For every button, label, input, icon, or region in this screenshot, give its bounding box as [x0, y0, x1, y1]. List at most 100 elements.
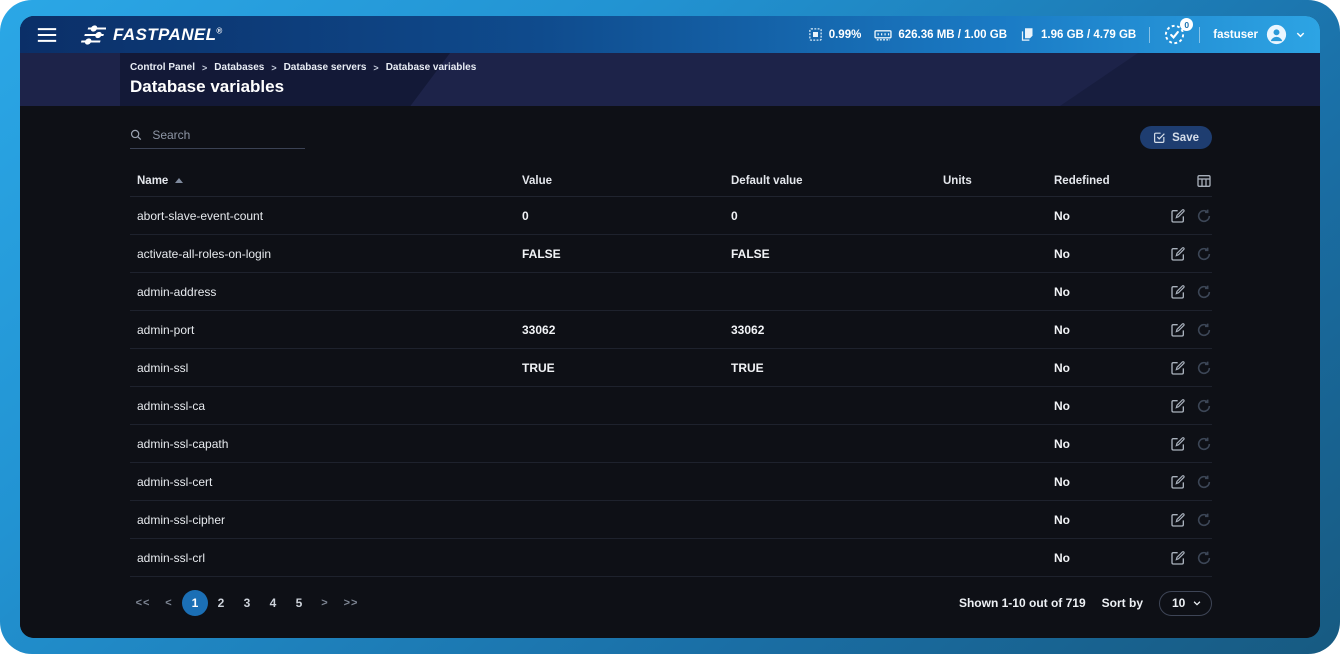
breadcrumb-databases[interactable]: Databases: [214, 62, 264, 73]
reset-variable-button[interactable]: [1196, 246, 1212, 262]
value-cell: 0: [522, 209, 731, 223]
logo-text: FASTPANEL®: [113, 25, 223, 45]
redefined-cell: No: [1054, 399, 1168, 413]
reset-variable-button[interactable]: [1196, 512, 1212, 528]
per-page-value: 10: [1172, 596, 1185, 610]
reset-icon: [1196, 360, 1212, 376]
edit-icon: [1170, 512, 1186, 528]
chevron-down-icon: [1295, 29, 1306, 40]
user-menu[interactable]: fastuser: [1213, 24, 1306, 45]
redefined-cell: No: [1054, 361, 1168, 375]
page-button[interactable]: 4: [260, 590, 286, 616]
page-button[interactable]: 2: [208, 590, 234, 616]
table-row: admin-ssl-cert No: [130, 463, 1212, 501]
sort-by-label: Sort by: [1102, 596, 1143, 610]
memory-icon: [874, 28, 892, 42]
table-row: admin-ssl-crl No: [130, 539, 1212, 577]
save-button[interactable]: Save: [1140, 126, 1212, 149]
column-header-redefined[interactable]: Redefined: [1054, 175, 1168, 187]
breadcrumb-control-panel[interactable]: Control Panel: [130, 62, 195, 73]
reset-icon: [1196, 436, 1212, 452]
avatar: [1266, 24, 1287, 45]
search-input[interactable]: [150, 127, 305, 143]
first-page-button[interactable]: <<: [130, 590, 156, 616]
pagination-bar: << < 12345 > >> Shown 1-10 out of 719 So…: [130, 590, 1212, 630]
variable-name-cell: admin-ssl-crl: [130, 551, 522, 565]
reset-variable-button[interactable]: [1196, 360, 1212, 376]
reset-variable-button[interactable]: [1196, 322, 1212, 338]
per-page-select[interactable]: 10: [1159, 591, 1212, 616]
variables-table: Name Value Default value Units Redefined: [130, 165, 1212, 577]
divider: [1199, 27, 1200, 43]
breadcrumb-database-variables[interactable]: Database variables: [386, 62, 477, 73]
edit-icon: [1170, 474, 1186, 490]
value-cell: FALSE: [522, 247, 731, 261]
edit-variable-button[interactable]: [1170, 208, 1186, 224]
reset-variable-button[interactable]: [1196, 436, 1212, 452]
search-icon: [130, 128, 142, 142]
page-list: 12345: [182, 590, 312, 616]
redefined-cell: No: [1054, 247, 1168, 261]
edit-variable-button[interactable]: [1170, 512, 1186, 528]
memory-value: 626.36 MB / 1.00 GB: [898, 29, 1007, 41]
edit-icon: [1170, 246, 1186, 262]
table-body: abort-slave-event-count 0 0 No activate-…: [130, 197, 1212, 577]
memory-stat: 626.36 MB / 1.00 GB: [874, 28, 1007, 42]
edit-variable-button[interactable]: [1170, 360, 1186, 376]
edit-variable-button[interactable]: [1170, 246, 1186, 262]
reset-variable-button[interactable]: [1196, 398, 1212, 414]
redefined-cell: No: [1054, 437, 1168, 451]
column-header-default-value[interactable]: Default value: [731, 175, 943, 187]
next-page-button[interactable]: >: [312, 590, 338, 616]
edit-icon: [1170, 360, 1186, 376]
previous-page-button[interactable]: <: [156, 590, 182, 616]
disk-icon: [1020, 27, 1035, 42]
edit-variable-button[interactable]: [1170, 550, 1186, 566]
reset-variable-button[interactable]: [1196, 284, 1212, 300]
reset-variable-button[interactable]: [1196, 474, 1212, 490]
notifications-badge: 0: [1180, 18, 1193, 31]
column-header-name[interactable]: Name: [130, 175, 522, 187]
menu-icon[interactable]: [30, 21, 64, 49]
breadcrumb-separator: >: [271, 63, 276, 73]
reset-variable-button[interactable]: [1196, 550, 1212, 566]
breadcrumb: Control Panel > Databases > Database ser…: [130, 62, 1320, 73]
cpu-value: 0.99%: [829, 29, 862, 41]
column-header-value[interactable]: Value: [522, 175, 731, 187]
edit-icon: [1170, 550, 1186, 566]
reset-icon: [1196, 550, 1212, 566]
column-header-units[interactable]: Units: [943, 175, 1054, 187]
breadcrumb-database-servers[interactable]: Database servers: [284, 62, 367, 73]
variable-name-cell: admin-port: [130, 323, 522, 337]
variable-name-cell: admin-ssl-ca: [130, 399, 522, 413]
redefined-cell: No: [1054, 513, 1168, 527]
page-button[interactable]: 5: [286, 590, 312, 616]
table-row: activate-all-roles-on-login FALSE FALSE …: [130, 235, 1212, 273]
redefined-cell: No: [1054, 323, 1168, 337]
edit-variable-button[interactable]: [1170, 436, 1186, 452]
main-content: Save Name Value Default value Units Rede…: [20, 106, 1320, 638]
last-page-button[interactable]: >>: [338, 590, 364, 616]
reset-icon: [1196, 474, 1212, 490]
default-value-cell: TRUE: [731, 361, 943, 375]
page-button[interactable]: 1: [182, 590, 208, 616]
username: fastuser: [1213, 29, 1258, 41]
window-frame: FASTPANEL® 0.99%: [0, 0, 1340, 654]
cpu-icon: [808, 27, 823, 42]
app-window: FASTPANEL® 0.99%: [20, 16, 1320, 638]
redefined-cell: No: [1054, 551, 1168, 565]
reset-variable-button[interactable]: [1196, 208, 1212, 224]
scheduled-tasks-button[interactable]: 0: [1163, 23, 1186, 46]
pager: << < 12345 > >>: [130, 590, 364, 616]
edit-variable-button[interactable]: [1170, 474, 1186, 490]
edit-variable-button[interactable]: [1170, 398, 1186, 414]
column-settings-button[interactable]: [1196, 173, 1212, 189]
variable-name-cell: admin-ssl-cipher: [130, 513, 522, 527]
shown-count-label: Shown 1-10 out of 719: [959, 596, 1086, 610]
registered-mark: ®: [216, 26, 222, 35]
edit-variable-button[interactable]: [1170, 322, 1186, 338]
edit-variable-button[interactable]: [1170, 284, 1186, 300]
fastpanel-logo[interactable]: FASTPANEL®: [80, 25, 223, 45]
page-button[interactable]: 3: [234, 590, 260, 616]
reset-icon: [1196, 246, 1212, 262]
